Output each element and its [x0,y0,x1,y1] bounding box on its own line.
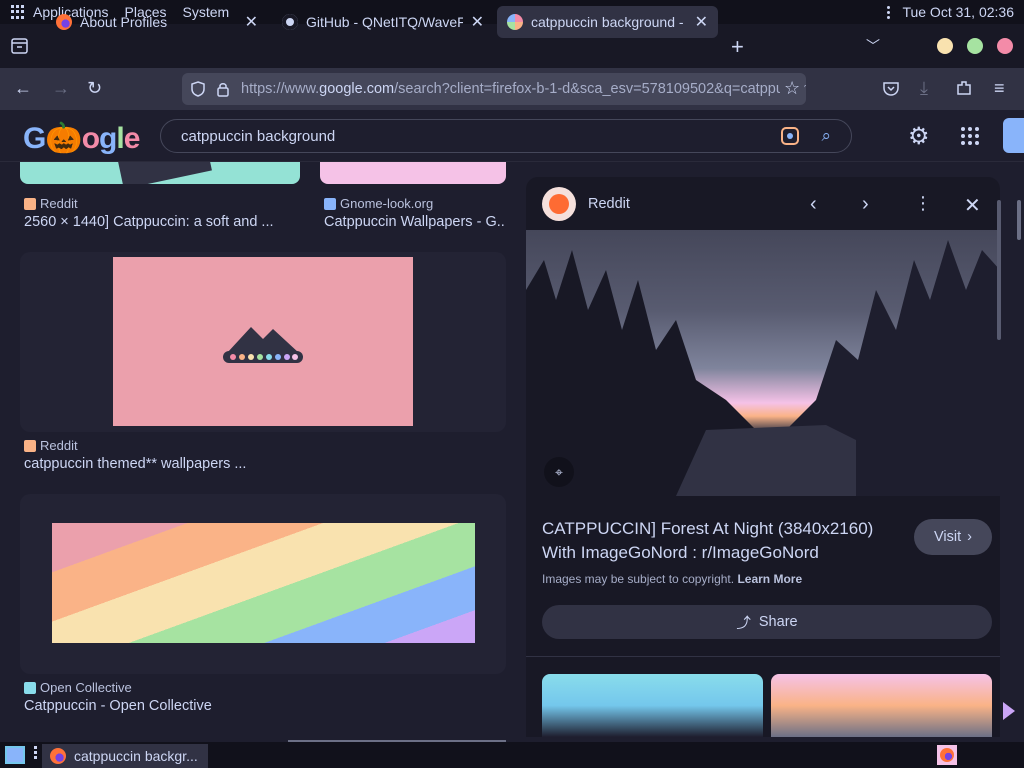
result-source[interactable]: Gnome-look.org [324,196,433,211]
lock-icon[interactable] [217,82,229,97]
more-options-icon[interactable]: ⋮ [914,193,932,214]
settings-gear-icon[interactable]: ⚙ [908,122,930,151]
visit-button[interactable]: Visit › [914,519,992,555]
menu-icon[interactable]: ≡ [994,78,1005,99]
url-text[interactable]: https://www.google.com/search?client=fir… [241,81,806,97]
page-scrollbar-thumb[interactable] [1017,200,1021,240]
preview-source[interactable]: Reddit [588,196,630,212]
result-title[interactable]: 2560 × 1440] Catppuccin: a soft and ... [24,214,304,230]
tab-about-profiles[interactable]: About Profiles ✕ [46,6,268,38]
new-tab-button[interactable]: + [731,34,744,60]
reddit-icon [24,197,36,210]
url-bar[interactable]: https://www.google.com/search?client=fir… [182,73,806,105]
search-box[interactable]: catppuccin background ⌕ [160,119,852,153]
firefox-icon [940,748,954,762]
forward-icon[interactable]: → [52,78,70,99]
extensions-icon[interactable] [956,80,972,96]
result-title[interactable]: catppuccin themed** wallpapers ... [24,456,324,472]
minimize-button[interactable] [937,38,953,54]
lens-search-icon[interactable]: ⌖ [544,457,574,487]
google-icon [507,14,523,30]
tab-google-search[interactable]: catppuccin background - Go ✕ [497,6,718,38]
google-logo[interactable]: G🎃ogle [23,121,140,156]
result-thumbnail[interactable] [113,257,413,426]
clock[interactable]: Tue Oct 31, 02:36 [902,4,1014,20]
preview-image[interactable]: ⌖ [526,230,1000,496]
tab-github[interactable]: GitHub - QNetITQ/WaveFox ✕ [272,6,494,38]
share-icon: ⤴ [736,615,751,632]
google-apps-icon[interactable] [961,127,979,145]
show-desktop-icon[interactable] [5,746,25,764]
result-title[interactable]: Catppuccin Wallpapers - G... [324,214,506,230]
result-thumbnail[interactable] [20,162,300,184]
panel-scrollbar-thumb[interactable] [997,200,1001,340]
chevron-right-icon: › [967,529,972,545]
mountain-logo-icon [223,327,303,363]
result-thumbnail[interactable] [52,523,475,643]
result-title[interactable]: Catppuccin - Open Collective [24,698,324,714]
reddit-avatar[interactable] [542,187,576,221]
tab-overview-icon[interactable] [11,38,28,54]
image-preview-panel: Reddit ‹ › ⋮ ✕ ⌖ CATPPUCCIN] Forest At N… [526,177,1000,737]
back-icon[interactable]: ← [14,78,32,99]
result-source[interactable]: Reddit [24,438,78,453]
close-preview-icon[interactable]: ✕ [964,193,981,218]
bookmark-star-icon[interactable]: ☆ [780,78,805,99]
apps-grid-icon[interactable] [11,5,25,19]
open-collective-icon [24,681,36,694]
divider [526,656,1000,657]
firefox-icon [56,14,72,30]
share-button[interactable]: ⤴ Share [542,605,992,639]
maximize-button[interactable] [967,38,983,54]
close-window-button[interactable] [997,38,1013,54]
result-source[interactable]: Reddit [24,196,78,211]
search-icon[interactable]: ⌕ [821,126,831,146]
cursor-arrow-icon [1003,702,1015,720]
reload-icon[interactable]: ↻ [87,78,102,99]
close-tab-icon[interactable]: ✕ [695,12,708,32]
reddit-icon [549,194,569,214]
reddit-icon [24,439,36,452]
pocket-icon[interactable] [883,81,899,96]
related-image[interactable] [771,674,992,737]
gnome-look-icon [324,197,336,210]
sign-in-button[interactable] [1003,118,1024,153]
previous-icon[interactable]: ‹ [810,193,817,216]
download-icon[interactable]: ⤓ [920,78,928,99]
preview-title[interactable]: CATPPUCCIN] Forest At Night (3840x2160) … [542,517,902,565]
close-tab-icon[interactable]: ✕ [245,12,258,32]
taskbar-window-button[interactable]: catppuccin backgr... [42,744,208,768]
copyright-notice: Images may be subject to copyright. Lear… [542,572,803,586]
lens-icon[interactable] [781,127,800,145]
close-tab-icon[interactable]: ✕ [471,12,484,32]
related-image[interactable] [542,674,763,737]
shield-icon[interactable] [191,81,205,97]
panel-handle-icon [887,5,891,19]
next-icon[interactable]: › [862,193,869,216]
learn-more-link[interactable]: Learn More [737,572,802,586]
search-input[interactable]: catppuccin background [181,128,335,145]
result-thumbnail[interactable] [320,162,506,184]
taskbar-handle-icon [34,746,37,759]
github-icon [282,14,298,30]
workspace-switcher[interactable] [937,745,957,765]
result-source[interactable]: Open Collective [24,680,132,695]
firefox-icon [50,748,66,764]
list-tabs-icon[interactable]: ﹀ [866,36,880,56]
